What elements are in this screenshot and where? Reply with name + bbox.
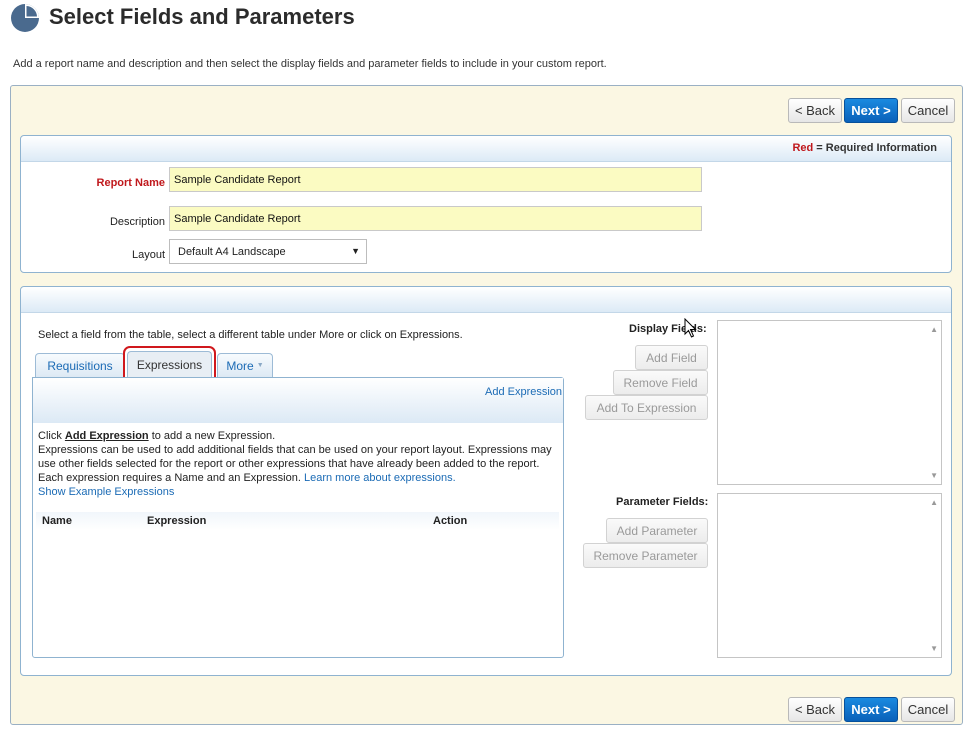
show-example-expressions-link[interactable]: Show Example Expressions bbox=[38, 486, 174, 498]
tab-requisitions[interactable]: Requisitions bbox=[35, 353, 125, 377]
next-button-top[interactable]: Next > bbox=[844, 98, 898, 123]
fields-section-header bbox=[21, 287, 951, 313]
add-to-expression-button[interactable]: Add To Expression bbox=[585, 395, 708, 420]
description-label: Description bbox=[109, 216, 165, 228]
report-name-input[interactable] bbox=[169, 167, 702, 192]
tab-more[interactable]: More ▼ bbox=[217, 353, 273, 377]
add-parameter-button[interactable]: Add Parameter bbox=[606, 518, 708, 543]
grid-col-expression[interactable]: Expression bbox=[147, 515, 206, 527]
expressions-panel-header bbox=[33, 378, 563, 423]
layout-selected-value: Default A4 Landscape bbox=[178, 245, 286, 258]
add-expression-inline-link[interactable]: Add Expression bbox=[65, 430, 149, 442]
grid-col-name[interactable]: Name bbox=[42, 515, 72, 527]
scroll-up-icon[interactable]: ▲ bbox=[930, 325, 938, 334]
learn-more-link[interactable]: Learn more about expressions. bbox=[304, 472, 456, 484]
page-intro: Add a report name and description and th… bbox=[13, 58, 607, 70]
display-fields-list[interactable]: ▲ ▼ bbox=[717, 320, 942, 485]
remove-parameter-button[interactable]: Remove Parameter bbox=[583, 543, 708, 568]
description-input[interactable] bbox=[169, 206, 702, 231]
page-title: Select Fields and Parameters bbox=[49, 4, 355, 29]
report-logo-icon bbox=[10, 3, 40, 33]
parameter-fields-list[interactable]: ▲ ▼ bbox=[717, 493, 942, 658]
layout-label: Layout bbox=[131, 249, 165, 261]
parameter-fields-label: Parameter Fields: bbox=[616, 496, 709, 508]
scroll-down-icon[interactable]: ▼ bbox=[930, 644, 938, 653]
tab-more-label: More bbox=[226, 358, 254, 373]
fields-helper-text: Select a field from the table, select a … bbox=[38, 329, 463, 341]
layout-select[interactable]: Default A4 Landscape ▼ bbox=[169, 239, 367, 264]
report-name-label: Report Name bbox=[96, 177, 165, 189]
expressions-info: Click Add Expression to add a new Expres… bbox=[38, 430, 552, 498]
dropdown-arrow-icon: ▼ bbox=[351, 246, 360, 256]
add-expression-link[interactable]: Add Expression bbox=[485, 386, 562, 398]
next-button-bottom[interactable]: Next > bbox=[844, 697, 898, 722]
grid-col-action[interactable]: Action bbox=[433, 515, 467, 527]
required-info-note: Red = Required Information bbox=[792, 142, 937, 154]
remove-field-button[interactable]: Remove Field bbox=[613, 370, 708, 395]
mouse-pointer-icon bbox=[684, 317, 698, 338]
back-button-bottom[interactable]: < Back bbox=[788, 697, 842, 722]
expressions-grid-header: Name Expression Action bbox=[36, 512, 559, 530]
back-button-top[interactable]: < Back bbox=[788, 98, 842, 123]
cancel-button-top[interactable]: Cancel bbox=[901, 98, 955, 123]
scroll-down-icon[interactable]: ▼ bbox=[930, 471, 938, 480]
scroll-up-icon[interactable]: ▲ bbox=[930, 498, 938, 507]
cancel-button-bottom[interactable]: Cancel bbox=[901, 697, 955, 722]
chevron-down-icon: ▼ bbox=[256, 362, 264, 369]
add-field-button[interactable]: Add Field bbox=[635, 345, 708, 370]
